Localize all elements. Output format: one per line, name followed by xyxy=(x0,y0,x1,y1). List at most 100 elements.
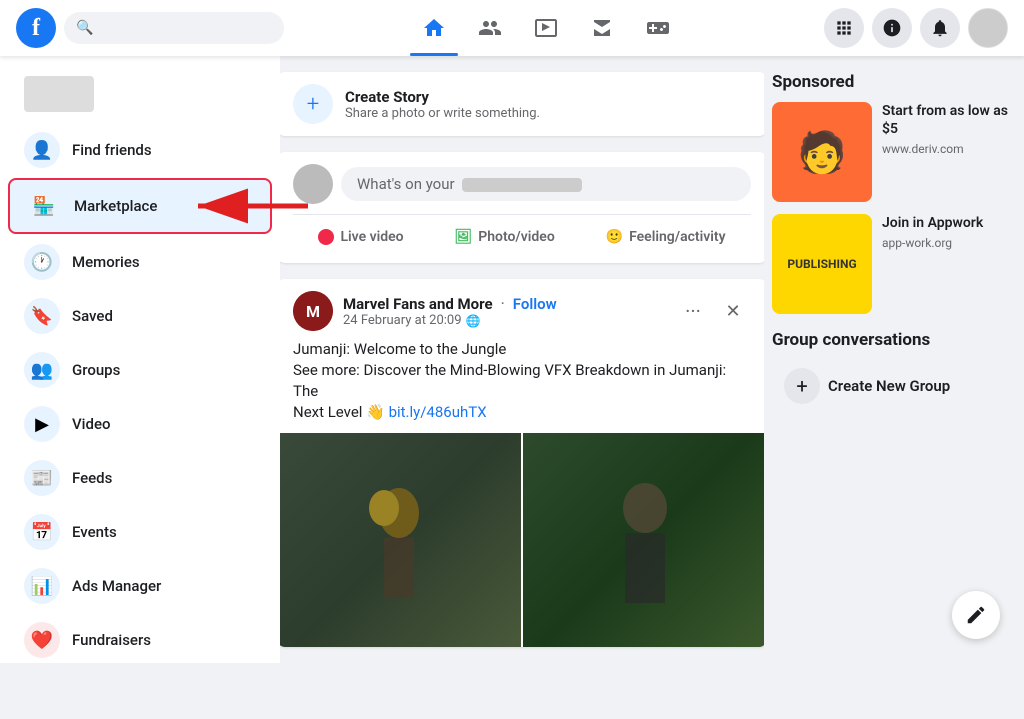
sidebar-item-label: Groups xyxy=(72,361,120,379)
post-input-field[interactable]: What's on your xyxy=(341,167,751,201)
sidebar-user-profile[interactable] xyxy=(8,68,272,120)
photo-video-button[interactable]: 🖼 Photo/video xyxy=(442,223,566,251)
ad-title-2: Join in Appwork xyxy=(882,214,1016,232)
post-close-button[interactable]: ✕ xyxy=(715,293,751,329)
create-group-label: Create New Group xyxy=(828,377,950,395)
topnav-right xyxy=(808,8,1008,48)
live-video-button[interactable]: Live video xyxy=(306,223,415,251)
create-story-subtitle: Share a photo or write something. xyxy=(345,106,540,121)
sidebar-item-label: Memories xyxy=(72,253,140,271)
create-story-title: Create Story xyxy=(345,88,540,106)
memories-icon: 🕐 xyxy=(24,244,60,280)
saved-icon: 🔖 xyxy=(24,298,60,334)
sidebar-item-saved[interactable]: 🔖 Saved xyxy=(8,290,272,342)
video-icon: ▶ xyxy=(24,406,60,442)
find-friends-icon: 👤 xyxy=(24,132,60,168)
ad-info-1: Start from as low as $5 www.deriv.com xyxy=(882,102,1016,156)
compose-fab[interactable] xyxy=(952,591,1000,639)
sidebar-item-label: Fundraisers xyxy=(72,631,151,649)
ad-person-icon: 🧑 xyxy=(797,129,847,176)
create-story-card[interactable]: + Create Story Share a photo or write so… xyxy=(280,72,764,136)
follow-button[interactable]: Follow xyxy=(513,295,557,313)
ad-item-2[interactable]: PUBLISHING Join in Appwork app-work.org xyxy=(772,214,1016,314)
group-conv-title: Group conversations xyxy=(772,330,1016,350)
nav-marketplace[interactable] xyxy=(578,4,626,52)
post-meta: Marvel Fans and More · Follow 24 Februar… xyxy=(343,294,665,328)
photo-video-label: Photo/video xyxy=(478,229,555,245)
ads-manager-icon: 📊 xyxy=(24,568,60,604)
live-video-label: Live video xyxy=(340,229,403,245)
nav-friends[interactable] xyxy=(466,4,514,52)
sidebar-item-video[interactable]: ▶ Video xyxy=(8,398,272,450)
ad-url-2: app-work.org xyxy=(882,236,1016,250)
grid-menu-icon[interactable] xyxy=(824,8,864,48)
right-sidebar: Sponsored 🧑 Start from as low as $5 www.… xyxy=(764,56,1024,663)
sidebar-item-label: Find friends xyxy=(72,141,152,159)
sidebar-item-memories[interactable]: 🕐 Memories xyxy=(8,236,272,288)
photo-icon: 🖼 xyxy=(454,229,472,245)
post-menu-button[interactable]: ··· xyxy=(675,293,711,329)
user-avatar xyxy=(293,164,333,204)
bell-icon[interactable] xyxy=(920,8,960,48)
post-text-line1: Jumanji: Welcome to the Jungle xyxy=(293,339,751,360)
post-action-bar: Live video 🖼 Photo/video 🙂 Feeling/activ… xyxy=(293,214,751,251)
sponsored-section: Sponsored 🧑 Start from as low as $5 www.… xyxy=(772,72,1016,314)
sidebar-item-events[interactable]: 📅 Events xyxy=(8,506,272,558)
post-placeholder-blurred xyxy=(462,178,582,192)
sidebar-item-label: Ads Manager xyxy=(72,577,161,595)
sidebar-item-label: Events xyxy=(72,523,117,541)
group-conversations-section: Group conversations + Create New Group xyxy=(772,330,1016,412)
facebook-logo[interactable]: f xyxy=(16,8,56,48)
globe-icon: 🌐 xyxy=(466,314,481,328)
sidebar-item-label: Marketplace xyxy=(74,197,157,215)
sidebar-item-label: Feeds xyxy=(72,469,112,487)
separator: · xyxy=(501,294,505,313)
feeling-activity-button[interactable]: 🙂 Feeling/activity xyxy=(594,223,738,251)
create-story-icon: + xyxy=(293,84,333,124)
post-text: Jumanji: Welcome to the Jungle See more:… xyxy=(280,339,764,433)
svg-text:M: M xyxy=(306,302,320,321)
profile-avatar[interactable] xyxy=(968,8,1008,48)
post-image-right xyxy=(523,433,764,647)
topnav: f 🔍 xyxy=(0,0,1024,56)
sidebar-item-find-friends[interactable]: 👤 Find friends xyxy=(8,124,272,176)
ad-item-1[interactable]: 🧑 Start from as low as $5 www.deriv.com xyxy=(772,102,1016,202)
feeling-icon: 🙂 xyxy=(606,229,623,245)
sidebar-item-feeds[interactable]: 📰 Feeds xyxy=(8,452,272,504)
topnav-center xyxy=(284,4,808,52)
nav-watch[interactable] xyxy=(522,4,570,52)
fundraisers-icon: ❤️ xyxy=(24,622,60,658)
publishing-label: PUBLISHING xyxy=(787,257,856,271)
create-new-group-button[interactable]: + Create New Group xyxy=(772,360,1016,412)
main-feed: + Create Story Share a photo or write so… xyxy=(280,56,764,663)
sidebar-user-avatar xyxy=(24,76,94,112)
page-avatar: M xyxy=(293,291,333,331)
post-date: 24 February at 20:09 xyxy=(343,313,462,328)
post-image-right-bg xyxy=(523,433,764,647)
post-link[interactable]: bit.ly/486uhTX xyxy=(389,403,487,421)
post-image-container xyxy=(280,433,764,647)
ad-image-1: 🧑 xyxy=(772,102,872,202)
search-icon: 🔍 xyxy=(76,20,93,36)
nav-gaming[interactable] xyxy=(634,4,682,52)
feeling-label: Feeling/activity xyxy=(629,229,725,245)
feeds-icon: 📰 xyxy=(24,460,60,496)
search-bar[interactable]: 🔍 xyxy=(64,12,284,44)
sidebar-item-marketplace[interactable]: 🏪 Marketplace xyxy=(8,178,272,234)
post-composer-top: What's on your xyxy=(293,164,751,204)
post-placeholder-text: What's on your xyxy=(357,175,455,193)
live-dot-icon xyxy=(318,229,334,245)
sidebar-item-fundraisers[interactable]: ❤️ Fundraisers xyxy=(8,614,272,663)
sidebar-item-groups[interactable]: 👥 Groups xyxy=(8,344,272,396)
post-text-emoji: Next Level 👋 xyxy=(293,403,389,421)
sidebar-item-ads-manager[interactable]: 📊 Ads Manager xyxy=(8,560,272,612)
topnav-left: f 🔍 xyxy=(16,8,284,48)
post-image-left-bg xyxy=(280,433,521,647)
marketplace-icon: 🏪 xyxy=(26,188,62,224)
messenger-icon[interactable] xyxy=(872,8,912,48)
nav-home[interactable] xyxy=(410,4,458,52)
post-header: M Marvel Fans and More · Follow 24 Febru… xyxy=(280,279,764,339)
post-page-name[interactable]: Marvel Fans and More xyxy=(343,295,493,313)
events-icon: 📅 xyxy=(24,514,60,550)
sidebar-item-label: Saved xyxy=(72,307,113,325)
